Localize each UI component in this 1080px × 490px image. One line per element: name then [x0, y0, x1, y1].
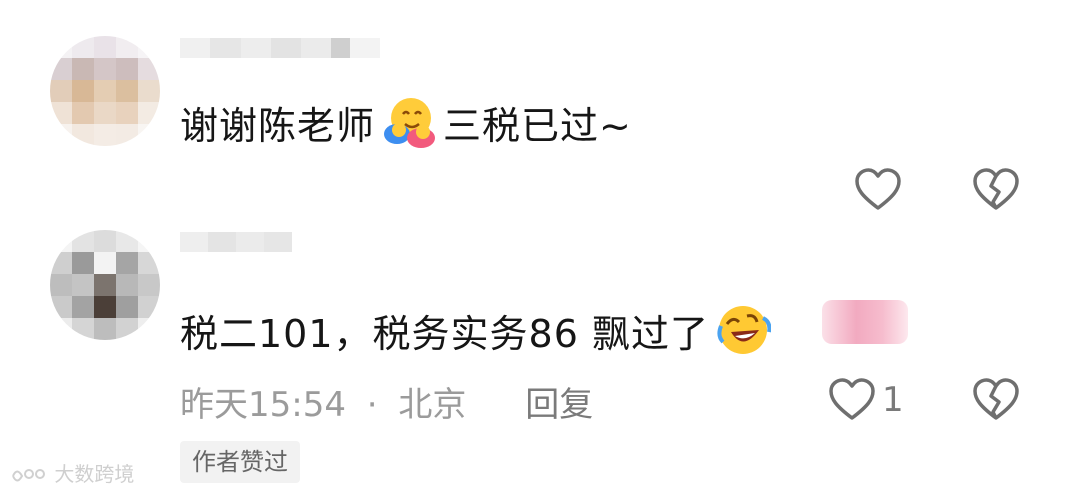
- avatar[interactable]: [50, 230, 160, 340]
- broken-heart-icon: [973, 168, 1019, 210]
- heart-outline-icon: [855, 168, 901, 210]
- comment-text-part: 三税已过~: [443, 103, 632, 148]
- avatar[interactable]: [50, 36, 160, 146]
- blurred-tag: [822, 300, 908, 344]
- rolling-on-floor-laughing-emoji: [715, 302, 772, 358]
- watermark-logo-icon: [12, 468, 45, 481]
- comment-meta: 昨天15:54 · 北京 回复: [180, 377, 593, 426]
- comment-text: 谢谢陈老师 三税已过~: [180, 90, 632, 154]
- author-liked-badge: 作者赞过: [180, 441, 300, 483]
- comment-text: 税二101，税务实务86 飘过了: [180, 298, 777, 362]
- reply-button[interactable]: 回复: [525, 377, 593, 426]
- comment-text-part: 税二101，税务实务86 飘过了: [180, 311, 709, 356]
- like-button[interactable]: [852, 164, 904, 216]
- like-button[interactable]: [826, 374, 878, 426]
- meta-separator: ·: [366, 385, 378, 425]
- dislike-button[interactable]: [970, 164, 1022, 216]
- comment-item: 谢谢陈老师 三税已过~: [0, 0, 1080, 220]
- watermark-text: 大数跨境: [54, 462, 135, 486]
- username-blurred[interactable]: [180, 232, 292, 252]
- heart-outline-icon: [829, 378, 875, 420]
- username-blurred[interactable]: [180, 38, 380, 58]
- broken-heart-icon: [973, 378, 1019, 420]
- hugging-face-emoji: [381, 94, 437, 150]
- comment-item: 税二101，税务实务86 飘过了: [0, 220, 1080, 490]
- watermark: 大数跨境: [10, 458, 134, 487]
- comment-location: 北京: [398, 385, 467, 425]
- comment-time: 昨天15:54: [180, 385, 346, 425]
- like-count: 1: [882, 380, 904, 420]
- comment-text-part: 谢谢陈老师: [180, 103, 376, 148]
- dislike-button[interactable]: [970, 374, 1022, 426]
